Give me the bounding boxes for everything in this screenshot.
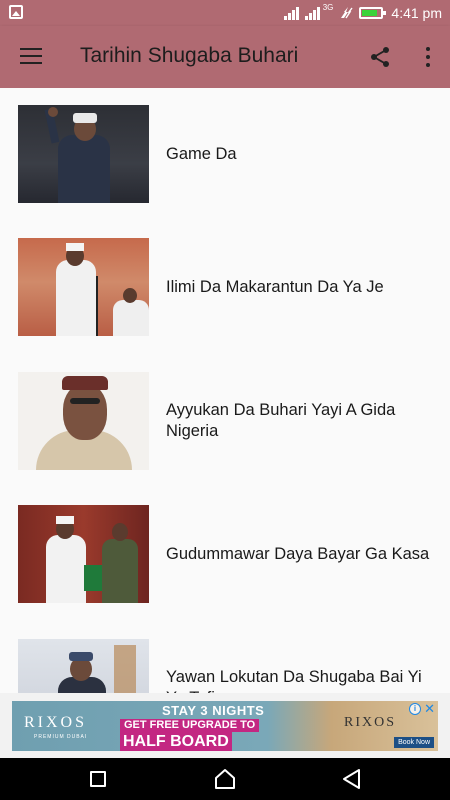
data-saver-icon — [341, 7, 353, 19]
battery-level — [362, 10, 378, 16]
share-icon[interactable] — [368, 45, 392, 69]
app-title: Tarihin Shugaba Buhari — [80, 44, 299, 67]
clock: 4:41 pm — [391, 5, 442, 21]
back-icon[interactable] — [342, 768, 362, 790]
recents-icon[interactable] — [90, 771, 106, 787]
list-item[interactable]: Ilimi Da Makarantun Da Ya Je — [0, 238, 450, 338]
thumbnail-image — [18, 639, 149, 693]
list-item-title: Ilimi Da Makarantun Da Ya Je — [166, 277, 384, 296]
ad-subline: GET FREE UPGRADE TO — [120, 719, 260, 732]
ad-banner[interactable]: RIXOS PREMIUM DUBAI STAY 3 NIGHTS GET FR… — [0, 693, 450, 758]
gallery-icon — [9, 5, 23, 19]
status-icons: 3G 4:41 pm — [283, 0, 442, 26]
signal-icon — [304, 6, 320, 20]
battery-icon — [359, 7, 387, 19]
ad-offer: HALF BOARD — [120, 732, 232, 751]
app-bar: Tarihin Shugaba Buhari — [0, 26, 450, 88]
ad-brand-right: RIXOS — [344, 715, 397, 730]
ad-brand-left: RIXOS — [24, 714, 88, 731]
list-item-title: Ayyukan Da Buhari Yayi A Gida Nigeria — [166, 401, 396, 440]
thumbnail-image — [18, 105, 149, 203]
menu-icon[interactable] — [20, 48, 42, 64]
ad-close-icon[interactable]: ✕ — [424, 702, 435, 716]
network-type-label: 3G — [322, 3, 334, 12]
list-item-title: Yawan Lokutan Da Shugaba Bai Yi Ya Tafiy… — [166, 668, 422, 693]
navigation-bar — [0, 758, 450, 800]
ad-brand-left-sub: PREMIUM DUBAI — [34, 734, 88, 740]
signal-icon — [283, 6, 299, 20]
status-bar: 3G 4:41 pm — [0, 0, 450, 26]
thumbnail-image — [18, 505, 149, 603]
ad-headline: STAY 3 NIGHTS — [162, 703, 265, 718]
article-list: Game Da Ilimi Da Makarantun Da Ya Je Ayy… — [0, 88, 450, 693]
list-item-title: Gudummawar Daya Bayar Ga Kasa — [166, 544, 430, 563]
home-icon[interactable] — [214, 768, 236, 790]
ad-info-icon[interactable]: i — [409, 703, 421, 715]
more-vert-icon[interactable] — [424, 46, 432, 68]
list-item[interactable]: Game Da — [0, 105, 450, 205]
thumbnail-image — [18, 238, 149, 336]
thumbnail-image — [18, 372, 149, 470]
ad-cta-button[interactable]: Book Now — [394, 737, 434, 748]
ad-creative[interactable]: RIXOS PREMIUM DUBAI STAY 3 NIGHTS GET FR… — [12, 701, 438, 751]
list-item-title: Game Da — [166, 144, 237, 163]
list-item[interactable]: Yawan Lokutan Da Shugaba Bai Yi Ya Tafiy… — [0, 639, 450, 693]
list-item[interactable]: Gudummawar Daya Bayar Ga Kasa — [0, 505, 450, 605]
list-item[interactable]: Ayyukan Da Buhari Yayi A Gida Nigeria — [0, 372, 450, 472]
